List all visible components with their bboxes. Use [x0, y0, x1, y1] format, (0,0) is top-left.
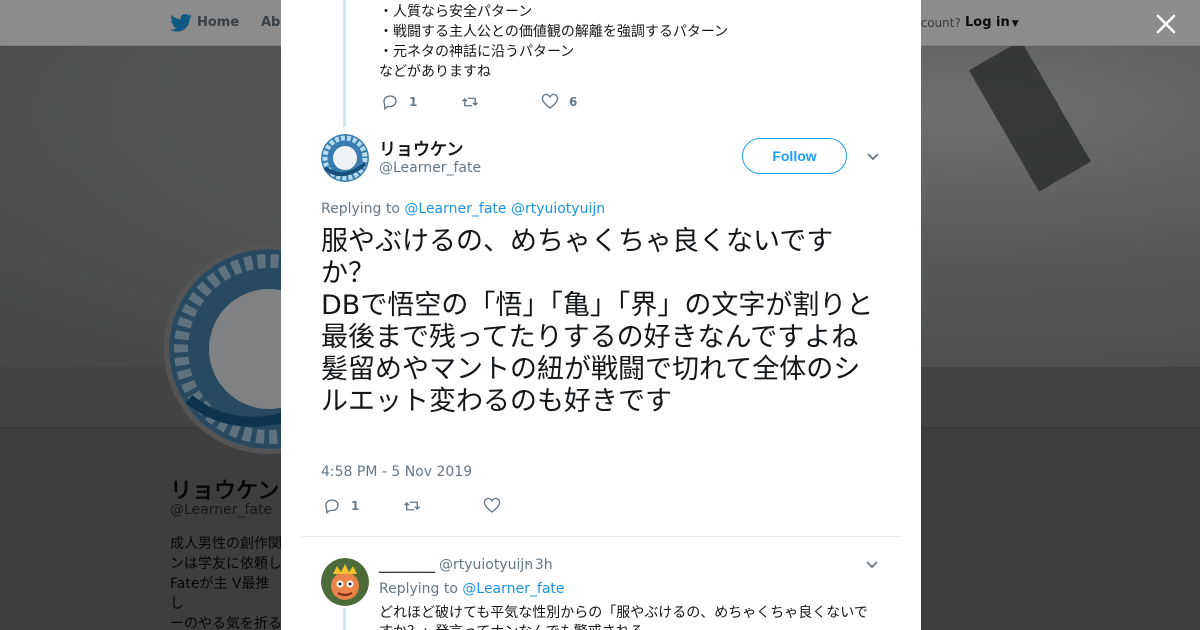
- reply-author-avatar[interactable]: [321, 558, 369, 606]
- author-avatar[interactable]: [321, 134, 369, 182]
- reply-time[interactable]: · 3h: [526, 557, 553, 573]
- mention-link[interactable]: @Learner_fate: [404, 201, 506, 217]
- reply-count: 1: [351, 499, 360, 513]
- tweet-text: 服やぶけるの、めちゃくちゃ良くないですか？ DBで悟空の「悟」「亀」「界」の文字…: [321, 226, 874, 417]
- author-handle[interactable]: @Learner_fate: [379, 160, 481, 176]
- reply-action[interactable]: 1: [323, 497, 403, 515]
- like-action[interactable]: 6: [541, 93, 621, 111]
- reply-author-name[interactable]: ＿＿＿＿: [379, 556, 435, 576]
- retweet-icon: [462, 97, 478, 107]
- replying-prefix: Replying to: [321, 201, 400, 217]
- like-icon: [483, 497, 501, 513]
- reply-tweet-text: どれほど破けても平気な性別からの「服やぶけるの、めちゃくちゃ良くないですか？」発…: [379, 605, 868, 630]
- previous-tweet-line: ・元ネタの神話に沿うパターン: [379, 44, 575, 60]
- previous-tweet-line: ・人質なら安全パターン: [379, 4, 533, 20]
- retweet-action[interactable]: [461, 93, 541, 111]
- avatar-artwork-icon: [321, 134, 369, 182]
- reply-count: 1: [409, 95, 418, 109]
- retweet-action[interactable]: [403, 497, 483, 515]
- reply-icon: [325, 499, 339, 515]
- avatar-artwork-icon: [321, 558, 369, 606]
- reply-author-handle[interactable]: @rtyuiotyuijn: [439, 557, 533, 573]
- divider: [301, 536, 901, 537]
- like-count: 6: [569, 95, 578, 109]
- previous-tweet-text: ・人質なら安全パターン ・戦闘する主人公との価値観の解離を強調するパターン ・元…: [379, 2, 728, 82]
- retweet-icon: [404, 501, 420, 511]
- replying-to: Replying to @Learner_fate @rtyuiotyuijn: [321, 201, 605, 217]
- reply-replying-to: Replying to @Learner_fate: [379, 581, 565, 597]
- mention-link[interactable]: @rtyuiotyuijn: [511, 201, 605, 217]
- reply-action[interactable]: 1: [381, 93, 461, 111]
- follow-button[interactable]: Follow: [742, 138, 847, 174]
- thread-connector: [343, 0, 346, 127]
- tweet-actions: 1: [323, 496, 563, 516]
- like-icon: [541, 93, 559, 109]
- reply-icon: [383, 95, 397, 111]
- previous-tweet-line: ・戦闘する主人公との価値観の解離を強調するパターン: [379, 24, 729, 40]
- tweet-modal: ・人質なら安全パターン ・戦闘する主人公との価値観の解離を強調するパターン ・元…: [281, 0, 921, 630]
- close-icon[interactable]: [1154, 12, 1178, 36]
- previous-tweet-line: などがありますね: [379, 64, 491, 80]
- thread-connector: [343, 608, 346, 630]
- tweet-timestamp[interactable]: 4:58 PM - 5 Nov 2019: [321, 464, 472, 480]
- previous-tweet-actions: 1 6: [381, 92, 621, 112]
- replying-prefix: Replying to: [379, 581, 458, 597]
- mention-link[interactable]: @Learner_fate: [462, 581, 564, 597]
- author-name[interactable]: リョウケン: [379, 135, 464, 160]
- chevron-down-icon[interactable]: [865, 560, 879, 570]
- chevron-down-icon[interactable]: [866, 152, 880, 162]
- like-action[interactable]: [483, 497, 563, 515]
